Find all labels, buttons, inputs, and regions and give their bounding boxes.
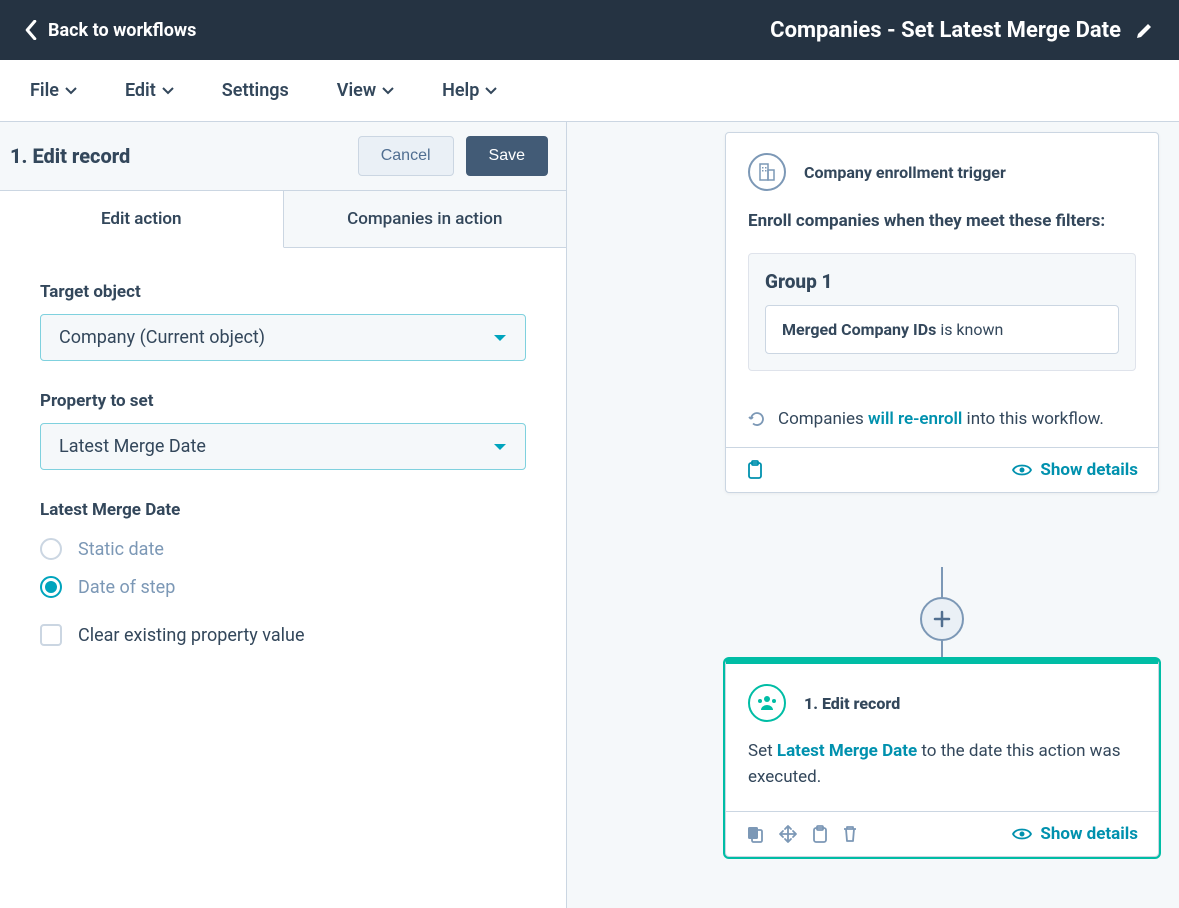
panel-header: 1. Edit record Cancel Save [0,122,566,191]
refresh-icon [748,410,766,428]
building-icon [748,153,786,191]
radio-static-label: Static date [78,539,164,560]
action-property-link[interactable]: Latest Merge Date [777,741,917,761]
eye-icon [1012,827,1032,841]
tab-companies-in-action[interactable]: Companies in action [284,191,567,247]
show-details-action[interactable]: Show details [1012,824,1138,844]
chevron-down-icon [65,87,77,95]
radio-date-of-step[interactable]: Date of step [40,576,526,598]
menu-view-label: View [337,80,376,101]
target-object-label: Target object [40,282,526,302]
chevron-down-icon [485,87,497,95]
eye-icon [1012,463,1032,477]
filter-group: Group 1 Merged Company IDs is known [748,253,1136,371]
trigger-description: Enroll companies when they meet these fi… [748,209,1136,235]
pencil-edit-icon[interactable] [1135,20,1155,40]
back-label: Back to workflows [48,20,196,41]
copy-icon[interactable] [746,825,764,843]
radio-step-label: Date of step [78,577,175,598]
radio-icon-selected [40,576,62,598]
edit-panel: 1. Edit record Cancel Save Edit action C… [0,122,567,908]
back-to-workflows-link[interactable]: Back to workflows [24,20,196,41]
radio-static-date[interactable]: Static date [40,538,526,560]
property-to-set-select[interactable]: Latest Merge Date [40,423,526,470]
clipboard-icon[interactable] [746,460,764,480]
menu-settings-label: Settings [222,80,289,101]
workflow-canvas[interactable]: Company enrollment trigger Enroll compan… [567,122,1179,908]
move-icon[interactable] [778,824,798,844]
show-details-label: Show details [1040,460,1138,480]
action-title: 1. Edit record [804,694,900,713]
chevron-left-icon [24,20,38,40]
menu-edit-label: Edit [125,80,156,101]
action-desc-prefix: Set [748,741,777,761]
action-description: Set Latest Merge Date to the date this a… [748,738,1136,791]
clear-existing-checkbox-row[interactable]: Clear existing property value [40,624,526,646]
clear-existing-label: Clear existing property value [78,625,305,646]
caret-down-icon [493,442,507,452]
filter-property: Merged Company IDs [782,320,936,339]
menu-help[interactable]: Help [442,80,497,101]
property-to-set-label: Property to set [40,391,526,411]
show-details-label: Show details [1040,824,1138,844]
tab-edit-action[interactable]: Edit action [0,191,284,248]
reenroll-row: Companies will re-enroll into this workf… [726,391,1158,447]
action-card[interactable]: 1. Edit record Set Latest Merge Date to … [725,659,1159,857]
menu-file-label: File [30,80,59,101]
chevron-down-icon [162,87,174,95]
filter-condition-box[interactable]: Merged Company IDs is known [765,305,1119,354]
menu-file[interactable]: File [30,80,77,101]
trigger-footer: Show details [726,447,1158,492]
group-title: Group 1 [765,270,1119,293]
cancel-button[interactable]: Cancel [358,136,454,176]
action-toolbar [746,824,858,844]
reenroll-suffix: into this workflow. [962,409,1104,429]
latest-merge-date-section-label: Latest Merge Date [40,500,526,520]
show-details-trigger[interactable]: Show details [1012,460,1138,480]
trash-icon[interactable] [842,825,858,843]
filter-condition: is known [936,320,1003,339]
menu-bar: File Edit Settings View Help [0,60,1179,122]
content-area: 1. Edit record Cancel Save Edit action C… [0,122,1179,908]
trigger-title: Company enrollment trigger [804,163,1006,182]
clipboard-icon[interactable] [812,825,828,843]
people-icon [748,684,786,722]
panel-title: 1. Edit record [10,144,130,168]
property-to-set-value: Latest Merge Date [59,436,206,457]
save-button[interactable]: Save [466,136,548,176]
reenroll-prefix: Companies [778,409,868,429]
chevron-down-icon [382,87,394,95]
checkbox-icon [40,624,62,646]
panel-tabs: Edit action Companies in action [0,191,566,248]
menu-edit[interactable]: Edit [125,80,174,101]
reenroll-text: Companies will re-enroll into this workf… [778,409,1104,429]
menu-settings[interactable]: Settings [222,80,289,101]
caret-down-icon [493,333,507,343]
target-object-value: Company (Current object) [59,327,265,348]
menu-help-label: Help [442,80,479,101]
reenroll-link[interactable]: will re-enroll [868,409,962,429]
workflow-title: Companies - Set Latest Merge Date [770,18,1121,43]
title-wrap: Companies - Set Latest Merge Date [770,18,1155,43]
top-bar: Back to workflows Companies - Set Latest… [0,0,1179,60]
target-object-select[interactable]: Company (Current object) [40,314,526,361]
menu-view[interactable]: View [337,80,394,101]
trigger-card[interactable]: Company enrollment trigger Enroll compan… [725,132,1159,493]
action-footer: Show details [726,811,1158,856]
form-area: Target object Company (Current object) P… [0,248,566,696]
radio-icon [40,538,62,560]
add-step-button[interactable] [920,597,964,641]
panel-buttons: Cancel Save [358,136,548,176]
